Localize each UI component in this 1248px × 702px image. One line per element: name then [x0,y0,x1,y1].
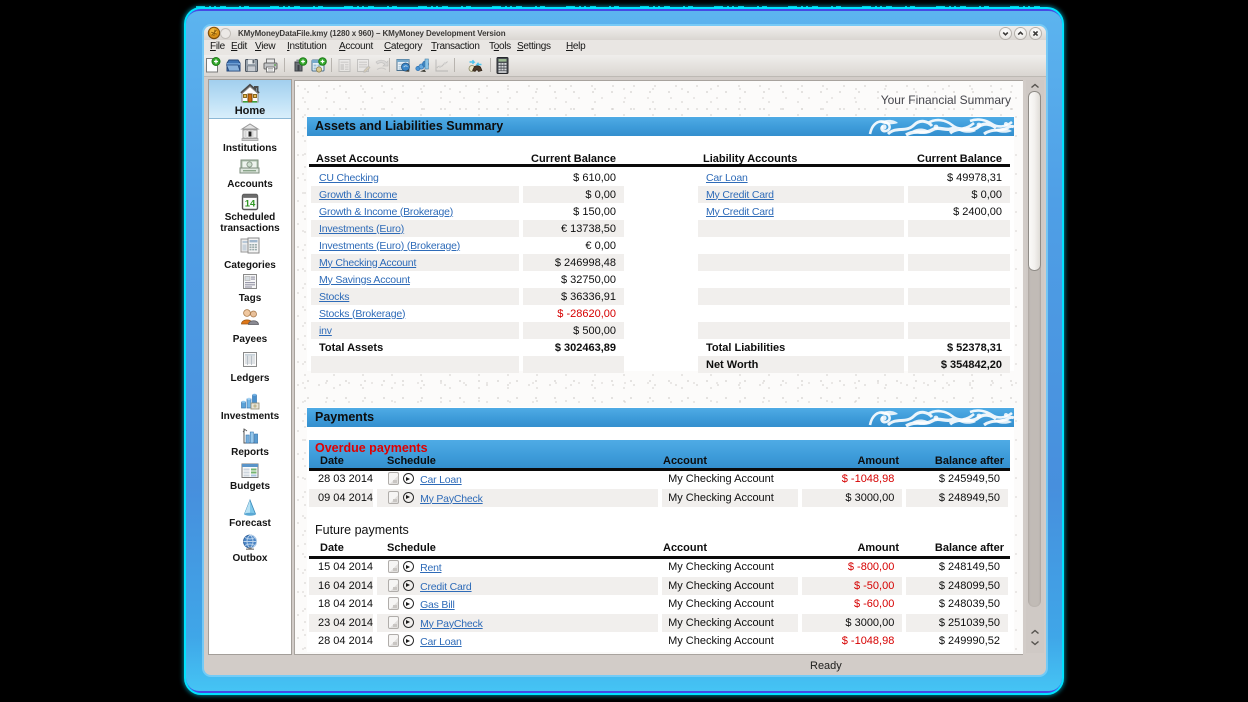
svg-text:14: 14 [245,199,256,210]
